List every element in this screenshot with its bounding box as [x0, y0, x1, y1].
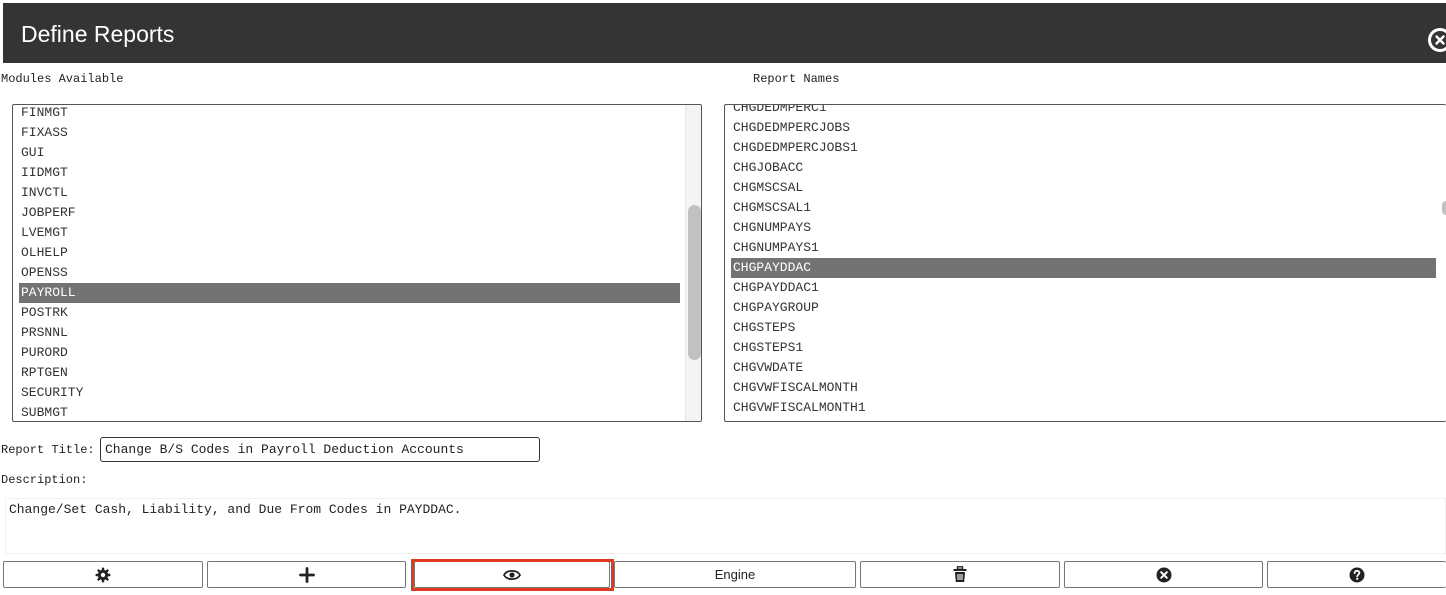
title-bar: Define Reports — [3, 3, 1446, 63]
list-item[interactable]: RPTGEN — [19, 363, 680, 383]
description-label: Description: — [1, 473, 88, 487]
list-item[interactable]: JOBPERF — [19, 203, 680, 223]
list-item[interactable]: INVCTL — [19, 183, 680, 203]
list-item[interactable]: POSTRK — [19, 303, 680, 323]
cancel-button[interactable] — [1064, 561, 1263, 588]
modules-list[interactable]: FINMGT FIXASS GUI IIDMGT INVCTL JOBPERF LVEMGT… — [12, 104, 702, 422]
help-circle-icon — [1349, 567, 1365, 582]
list-item[interactable]: CHGMSCSAL1 — [731, 198, 1436, 218]
list-item[interactable]: OLHELP — [19, 243, 680, 263]
close-icon[interactable] — [1428, 28, 1446, 52]
list-item[interactable]: FINMGT — [19, 105, 680, 123]
description-text: Change/Set Cash, Liability, and Due From… — [9, 502, 462, 517]
list-item[interactable]: GUI — [19, 143, 680, 163]
engine-label: Engine — [714, 567, 756, 582]
list-item[interactable]: CHGVWDATE — [731, 358, 1436, 378]
engine-button[interactable]: Engine — [614, 561, 856, 588]
list-item[interactable]: CHGPAYDDAC1 — [731, 278, 1436, 298]
list-item[interactable]: SECURITY — [19, 383, 680, 403]
view-button[interactable] — [414, 561, 610, 588]
list-item[interactable]: PURORD — [19, 343, 680, 363]
list-item[interactable]: CHGDEDMPERC1 — [731, 105, 1436, 118]
list-item[interactable]: CHGPAYDDAC — [731, 258, 1436, 278]
list-item[interactable]: SUBMGT — [19, 403, 680, 421]
list-item[interactable]: FIXASS — [19, 123, 680, 143]
list-item[interactable]: CHGNUMPAYS1 — [731, 238, 1436, 258]
list-item[interactable]: CHGVWFISCALMONTH — [731, 378, 1436, 398]
list-item[interactable]: CHGMSCSAL — [731, 178, 1436, 198]
list-item[interactable]: CHGDEDMPERCJOBS — [731, 118, 1436, 138]
eye-icon — [503, 569, 521, 580]
window-title: Define Reports — [21, 21, 175, 47]
close-circle-icon — [1156, 567, 1171, 582]
help-button[interactable] — [1267, 561, 1446, 588]
list-item[interactable]: PRSNNL — [19, 323, 680, 343]
list-item[interactable]: LVEMGT — [19, 223, 680, 243]
gear-icon — [95, 567, 111, 582]
list-item[interactable]: PAYROLL — [19, 283, 680, 303]
report-names-label: Report Names — [753, 72, 840, 86]
list-item[interactable]: CHGNUMPAYS — [731, 218, 1436, 238]
settings-button[interactable] — [3, 561, 203, 588]
modules-scrollbar[interactable] — [685, 105, 701, 421]
trash-icon — [953, 566, 967, 582]
report-title-label: Report Title: — [1, 443, 95, 457]
report-title-input[interactable] — [100, 437, 540, 462]
list-item[interactable]: CHGDEDMPERCJOBS1 — [731, 138, 1436, 158]
add-button[interactable] — [207, 561, 406, 588]
delete-button[interactable] — [860, 561, 1060, 588]
modules-label: Modules Available — [1, 72, 124, 86]
list-item[interactable]: IIDMGT — [19, 163, 680, 183]
list-item[interactable]: CHGPAYGROUP — [731, 298, 1436, 318]
report-names-list[interactable]: CHGDEDMPERC1 CHGDEDMPERCJOBS CHGDEDMPERCJO… — [724, 104, 1446, 422]
list-item[interactable]: OPENSS — [19, 263, 680, 283]
list-item[interactable]: CHGSTEPS1 — [731, 338, 1436, 358]
list-item[interactable]: CHGJOBACC — [731, 158, 1436, 178]
list-item[interactable]: CHGVWFISCALMONTH1 — [731, 398, 1436, 418]
list-item[interactable]: CHGSTEPS — [731, 318, 1436, 338]
modules-scroll-thumb[interactable] — [688, 205, 701, 360]
report-names-scroll-thumb[interactable] — [1442, 201, 1446, 215]
plus-icon — [298, 566, 315, 583]
description-field[interactable]: Change/Set Cash, Liability, and Due From… — [5, 498, 1446, 554]
